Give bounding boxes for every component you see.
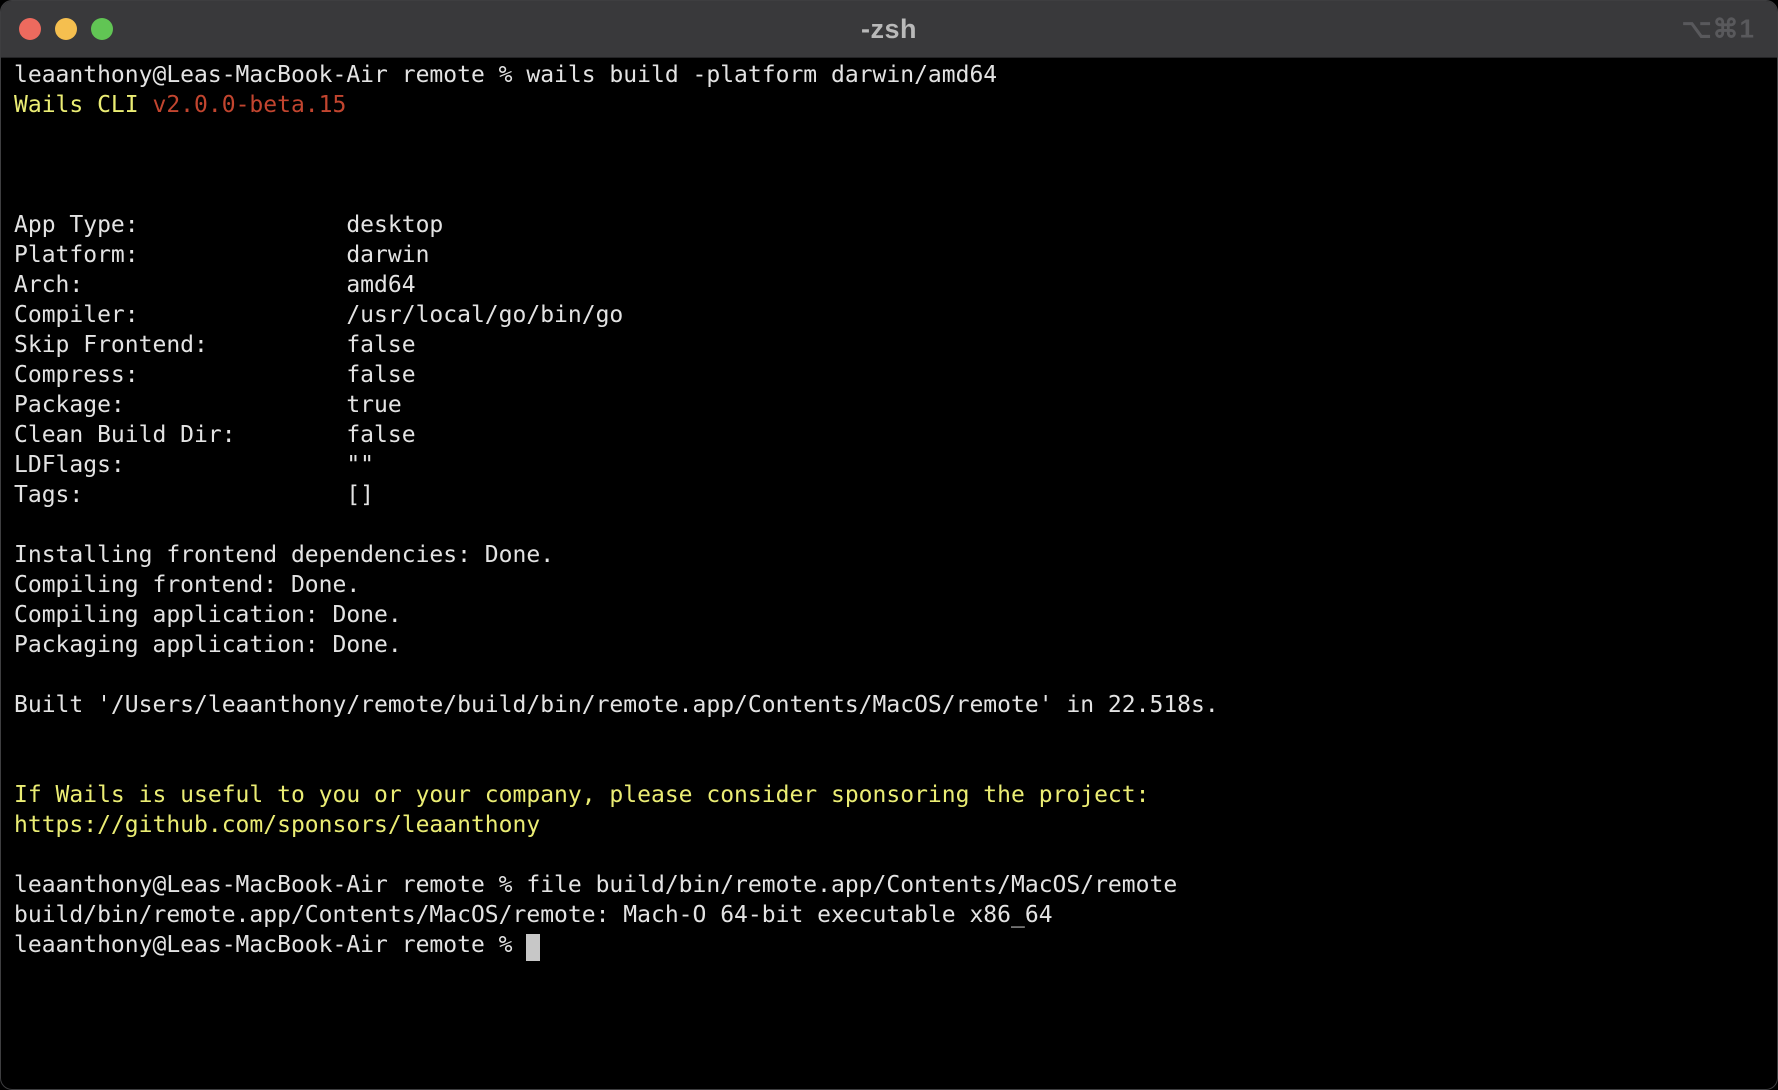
terminal-line: Compress: false [14, 360, 1767, 390]
terminal-text: v2.0.0-beta.15 [152, 92, 346, 118]
terminal-line [14, 840, 1767, 870]
terminal-line [14, 660, 1767, 690]
zoom-button[interactable] [91, 18, 113, 40]
titlebar[interactable]: -zsh ⌥⌘1 [1, 1, 1777, 58]
terminal-text: build/bin/remote.app/Contents/MacOS/remo… [14, 902, 1053, 928]
terminal-line: Tags: [] [14, 480, 1767, 510]
terminal-window: -zsh ⌥⌘1 leaanthony@Leas-MacBook-Air rem… [0, 0, 1778, 1090]
terminal-line: Compiling frontend: Done. [14, 570, 1767, 600]
terminal-line: leaanthony@Leas-MacBook-Air remote % [14, 930, 1767, 960]
terminal-text: Arch: amd64 [14, 272, 416, 298]
terminal-line: LDFlags: "" [14, 450, 1767, 480]
terminal-line: Compiler: /usr/local/go/bin/go [14, 300, 1767, 330]
terminal-text: Package: true [14, 392, 402, 418]
terminal-text: Compiler: /usr/local/go/bin/go [14, 302, 623, 328]
screen: -zsh ⌥⌘1 leaanthony@Leas-MacBook-Air rem… [0, 0, 1778, 1090]
terminal-text: Wails CLI [14, 92, 152, 118]
terminal-line [14, 510, 1767, 540]
terminal-text: leaanthony@Leas-MacBook-Air remote % wai… [14, 62, 997, 88]
terminal-line: Arch: amd64 [14, 270, 1767, 300]
terminal-line: Clean Build Dir: false [14, 420, 1767, 450]
terminal-text: Installing frontend dependencies: Done. [14, 542, 554, 568]
terminal-text: Compiling frontend: Done. [14, 572, 360, 598]
terminal-text: LDFlags: "" [14, 452, 374, 478]
terminal-line: https://github.com/sponsors/leaanthony [14, 810, 1767, 840]
terminal-line: Package: true [14, 390, 1767, 420]
terminal-text: Platform: darwin [14, 242, 429, 268]
terminal-text: Packaging application: Done. [14, 632, 402, 658]
traffic-lights [1, 18, 113, 40]
terminal-line [14, 150, 1767, 180]
window-shortcut-hint: ⌥⌘1 [1682, 14, 1755, 45]
terminal-line: leaanthony@Leas-MacBook-Air remote % fil… [14, 870, 1767, 900]
terminal-line: Built '/Users/leaanthony/remote/build/bi… [14, 690, 1767, 720]
terminal-line: Packaging application: Done. [14, 630, 1767, 660]
terminal-text: App Type: desktop [14, 212, 443, 238]
terminal-text: Skip Frontend: false [14, 332, 416, 358]
terminal-line [14, 720, 1767, 750]
terminal-output[interactable]: leaanthony@Leas-MacBook-Air remote % wai… [1, 58, 1777, 1089]
terminal-text: If Wails is useful to you or your compan… [14, 782, 1149, 808]
terminal-text: https://github.com/sponsors/leaanthony [14, 812, 540, 838]
terminal-line: Installing frontend dependencies: Done. [14, 540, 1767, 570]
minimize-button[interactable] [55, 18, 77, 40]
terminal-line: leaanthony@Leas-MacBook-Air remote % wai… [14, 60, 1767, 90]
terminal-text: Compress: false [14, 362, 416, 388]
terminal-line: Compiling application: Done. [14, 600, 1767, 630]
terminal-line: App Type: desktop [14, 210, 1767, 240]
terminal-line: If Wails is useful to you or your compan… [14, 780, 1767, 810]
terminal-line [14, 180, 1767, 210]
terminal-text: leaanthony@Leas-MacBook-Air remote % [14, 932, 526, 958]
terminal-line [14, 750, 1767, 780]
terminal-text: Tags: [] [14, 482, 374, 508]
terminal-cursor [526, 934, 540, 961]
terminal-text: leaanthony@Leas-MacBook-Air remote % fil… [14, 872, 1177, 898]
terminal-line: Skip Frontend: false [14, 330, 1767, 360]
terminal-line: Platform: darwin [14, 240, 1767, 270]
window-title: -zsh [1, 14, 1777, 45]
terminal-line: Wails CLI v2.0.0-beta.15 [14, 90, 1767, 120]
close-button[interactable] [19, 18, 41, 40]
terminal-line [14, 120, 1767, 150]
terminal-text: Clean Build Dir: false [14, 422, 416, 448]
terminal-line: build/bin/remote.app/Contents/MacOS/remo… [14, 900, 1767, 930]
terminal-text: Built '/Users/leaanthony/remote/build/bi… [14, 692, 1219, 718]
terminal-text: Compiling application: Done. [14, 602, 402, 628]
